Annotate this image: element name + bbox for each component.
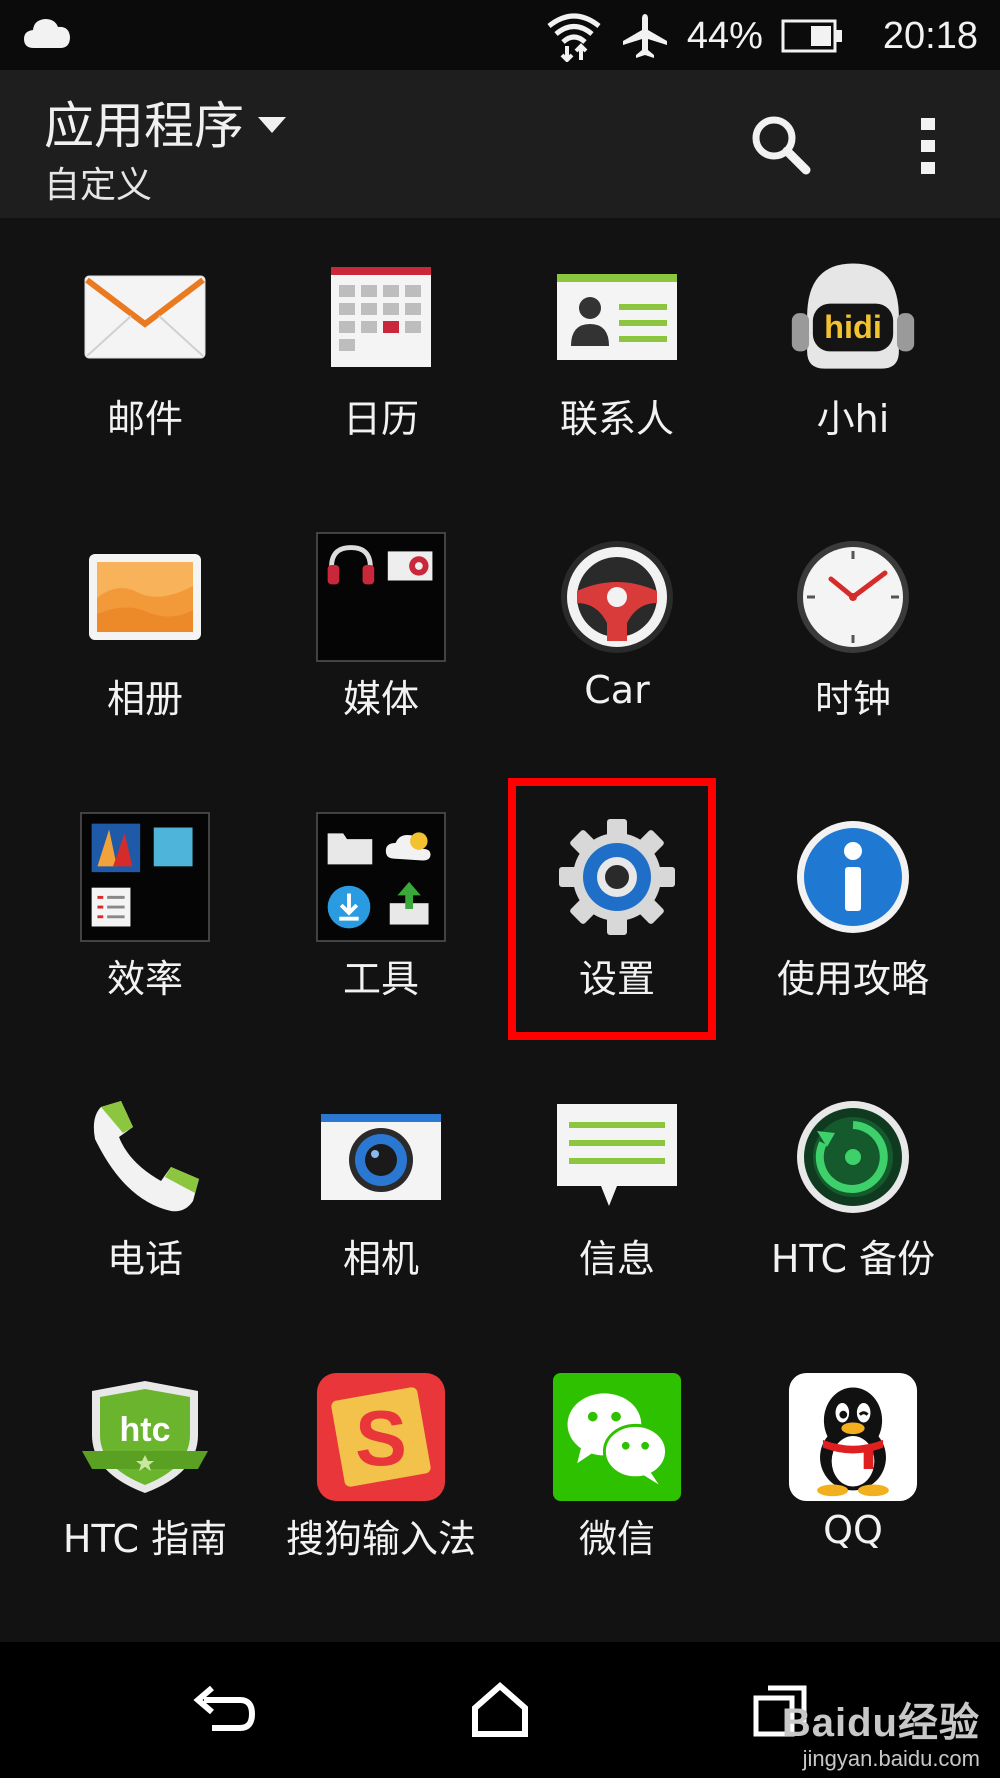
app-gallery[interactable]: 相册 <box>27 498 263 778</box>
app-label: 时钟 <box>814 677 891 721</box>
status-time: 20:18 <box>882 14 978 57</box>
app-label: 相册 <box>106 677 183 721</box>
app-contacts[interactable]: 联系人 <box>499 218 735 498</box>
app-label: 相机 <box>342 1237 419 1281</box>
app-qq[interactable]: QQ <box>735 1338 971 1618</box>
app-label: 电话 <box>106 1237 183 1281</box>
app-label: 邮件 <box>106 397 183 441</box>
app-grid: 邮件 日历 联系人 hidi 小hi 相册 媒体 Car 时钟 效率 工具 设置… <box>0 218 1000 1642</box>
info-icon <box>797 821 909 933</box>
cloud-icon <box>24 19 70 48</box>
app-label: 效率 <box>106 957 183 1001</box>
app-label: 微信 <box>578 1517 655 1561</box>
svg-text:htc: htc <box>120 1411 171 1449</box>
back-icon[interactable] <box>190 1680 260 1740</box>
settings-highlight-box <box>508 778 716 1040</box>
baidu-watermark: Baidu经验 jingyan.baidu.com <box>782 1690 980 1772</box>
camera-icon <box>321 1114 441 1200</box>
battery-percent: 44% <box>686 14 763 57</box>
app-car[interactable]: Car <box>499 498 735 778</box>
app-label: 媒体 <box>342 677 419 721</box>
svg-text:hidi: hidi <box>824 309 882 345</box>
app-label: 信息 <box>578 1237 655 1281</box>
app-htc-guide[interactable]: htc HTC 指南 <box>27 1338 263 1618</box>
wechat-icon <box>552 1372 682 1502</box>
messages-icon <box>557 1104 677 1206</box>
gallery-icon <box>89 554 201 640</box>
app-clock[interactable]: 时钟 <box>735 498 971 778</box>
page-title: 应用程序 <box>44 97 244 155</box>
dropdown-icon <box>258 117 286 133</box>
airplane-icon <box>622 14 667 58</box>
app-label: HTC 备份 <box>770 1237 936 1281</box>
htc-guide-icon: htc <box>82 1381 208 1493</box>
app-label: 工具 <box>342 957 419 1001</box>
app-drawer-title-dropdown[interactable]: 应用程序 <box>44 86 286 158</box>
app-label: Car <box>584 668 650 712</box>
watermark-url: jingyan.baidu.com <box>802 1746 980 1771</box>
app-media-folder[interactable]: 媒体 <box>263 498 499 778</box>
app-wechat[interactable]: 微信 <box>499 1338 735 1618</box>
steering-wheel-icon <box>561 541 673 653</box>
battery-icon <box>781 19 842 53</box>
clock-icon <box>797 541 909 653</box>
sort-mode-label: 自定义 <box>44 165 153 206</box>
status-bar: 44% 20:18 <box>0 0 1000 70</box>
wifi-icon <box>547 13 601 62</box>
app-tools-folder[interactable]: 工具 <box>263 778 499 1058</box>
app-mail[interactable]: 邮件 <box>27 218 263 498</box>
app-phone[interactable]: 电话 <box>27 1058 263 1338</box>
app-bar: 应用程序 自定义 <box>0 70 1000 218</box>
backup-icon <box>797 1101 909 1213</box>
hidi-icon: hidi <box>791 263 915 369</box>
app-calendar[interactable]: 日历 <box>263 218 499 498</box>
app-label: 搜狗输入法 <box>285 1517 476 1561</box>
phone-icon <box>93 1101 199 1212</box>
qq-penguin-icon <box>788 1372 918 1502</box>
app-htc-backup[interactable]: HTC 备份 <box>735 1058 971 1338</box>
svg-text:S: S <box>355 1396 407 1482</box>
app-sogou[interactable]: S 搜狗输入法 <box>263 1338 499 1618</box>
calendar-icon <box>331 267 431 367</box>
app-label: 日历 <box>342 397 419 441</box>
app-productivity-folder[interactable]: 效率 <box>27 778 263 1058</box>
mail-icon <box>84 275 206 359</box>
tools-folder-icon <box>316 812 446 942</box>
app-camera[interactable]: 相机 <box>263 1058 499 1338</box>
sogou-icon: S <box>316 1372 446 1502</box>
app-label: HTC 指南 <box>62 1517 228 1561</box>
app-label: QQ <box>823 1508 883 1552</box>
media-folder-icon <box>316 532 446 662</box>
app-hidi[interactable]: hidi 小hi <box>735 218 971 498</box>
watermark-main: Baidu经验 <box>781 1701 980 1745</box>
app-label: 小hi <box>816 397 890 441</box>
contacts-icon <box>557 274 677 360</box>
search-icon[interactable] <box>748 112 812 176</box>
app-label: 联系人 <box>559 397 674 441</box>
app-label: 使用攻略 <box>776 957 929 1001</box>
app-messages[interactable]: 信息 <box>499 1058 735 1338</box>
app-tips[interactable]: 使用攻略 <box>735 778 971 1058</box>
productivity-folder-icon <box>80 812 210 942</box>
home-icon[interactable] <box>465 1680 535 1740</box>
more-vert-icon[interactable] <box>914 114 942 178</box>
